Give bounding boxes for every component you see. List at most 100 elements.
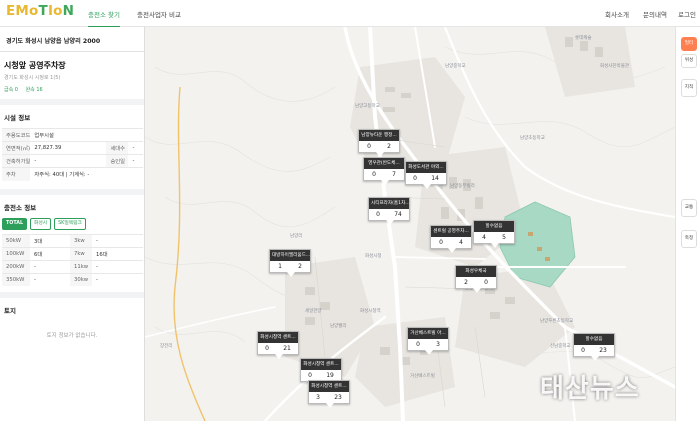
map-canvas: 남양리 남양고등학교 남양초등학교 남양중학교 화성시청 남양동부빌라 남양주공…	[145, 27, 675, 421]
cadastral-button[interactable]: 지적	[681, 79, 697, 97]
charger-count-tags: 급속 0 완속 16	[0, 81, 144, 99]
nav-find-station[interactable]: 충전소 찾기	[88, 9, 120, 28]
place-label: 남양초등학교	[520, 134, 545, 141]
measure-button[interactable]: 축정	[681, 230, 697, 248]
table-cell: 자주식: 40대 | 기계식: -	[30, 167, 143, 181]
table-row: 350kW - 30kw -	[2, 272, 143, 286]
table-header-cell: 7kw	[69, 246, 92, 260]
station-header: 시청앞 공영주차장 경기도 화성시 시청로 1(5) 급속 0 완속 16	[0, 52, 144, 105]
marker-title: 화성시청역 센트...	[301, 359, 341, 370]
marker-fast-count: 0	[376, 211, 380, 218]
table-header-cell: 연면적(㎡)	[2, 141, 31, 155]
table-row: 건축허가일 - 승인일 -	[2, 154, 143, 168]
table-row: 주용도코드 업무시설	[2, 128, 143, 142]
station-name: 시청앞 공영주차장	[4, 61, 66, 70]
traffic-button[interactable]: 교통	[681, 199, 697, 217]
marker-fast-count: 0	[413, 175, 417, 182]
place-label: 화성시청역	[360, 307, 381, 314]
charger-title: 충전소 정보	[4, 203, 37, 212]
marker-title: 대방하이엘리움드...	[270, 250, 310, 261]
station-marker[interactable]: 화성도서관 야외... 0 14	[405, 161, 447, 189]
table-cell: -	[30, 272, 70, 286]
station-marker[interactable]: 대방하이엘리움드... 1 2	[269, 249, 311, 277]
facility-section: 시설 정보 주용도코드 업무시설 연면적(㎡) 27,827.39 세대수 - …	[0, 105, 144, 195]
table-header-cell: 건축허가일	[2, 154, 31, 168]
marker-title: 거산베스트빌 아...	[408, 328, 448, 339]
station-marker[interactable]: 화성시청역 센트... 3 23	[308, 380, 350, 408]
top-bar: EMoTIoN 충전소 찾기 충전사업자 비교 회사소개 문의내역 로그인	[0, 0, 700, 28]
marker-title: 화성시청역 센트...	[309, 381, 349, 392]
marker-slow-count: 5	[502, 234, 506, 241]
land-empty-message: 토지 정보가 없습니다.	[46, 333, 98, 339]
station-detail-panel: 경기도 화성시 남양읍 남양리 2000 시청앞 공영주차장 경기도 화성시 시…	[0, 27, 145, 421]
table-cell: -	[128, 154, 143, 168]
station-marker[interactable]: 화성우체국 2 0	[455, 265, 497, 293]
marker-title: 화성우체국	[456, 266, 496, 277]
place-label: 남양고등학교	[355, 102, 380, 109]
map-view[interactable]: 남양리 남양고등학교 남양초등학교 남양중학교 화성시청 남양동부빌라 남양주공…	[145, 27, 675, 421]
place-label: 거산베스트빌	[410, 372, 435, 379]
table-cell: -	[30, 259, 70, 273]
filter-chip-sk[interactable]: SK일렉링크	[54, 217, 86, 230]
marker-fast-count: 0	[416, 341, 420, 348]
table-cell: 6대	[30, 246, 70, 260]
marker-slow-count: 14	[431, 175, 439, 182]
marker-fast-count: 2	[464, 279, 468, 286]
table-header-cell: 200kW	[2, 259, 30, 273]
marker-title: 시티프라자(홈1차...	[369, 198, 409, 209]
place-label: 세일한양	[305, 307, 322, 314]
marker-slow-count: 21	[283, 345, 291, 352]
table-header-cell: 3kw	[69, 233, 92, 247]
place-label: 남양웰리	[330, 322, 347, 329]
place-label: 남양리	[290, 232, 302, 239]
marker-fast-count: 0	[367, 143, 371, 150]
table-cell: -	[30, 154, 107, 168]
table-header-cell: 승인일	[106, 154, 129, 168]
table-header-cell: 세대수	[106, 141, 129, 155]
marker-fast-count: 0	[581, 347, 585, 354]
facility-title: 시설 정보	[4, 114, 31, 122]
filter-chip-total[interactable]: TOTAL	[2, 217, 28, 230]
marker-slow-count: 4	[459, 239, 463, 246]
nav-company-intro[interactable]: 회사소개	[605, 9, 629, 19]
nav-inquiries[interactable]: 문의내역	[643, 9, 667, 19]
station-marker[interactable]: 화성시청역 센트... 0 21	[257, 331, 299, 359]
filter-button[interactable]: 필터	[681, 37, 697, 51]
marker-fast-count: 1	[278, 263, 282, 270]
nav-compare-operators[interactable]: 충전사업자 비교	[137, 9, 181, 19]
table-row: 주차 자주식: 40대 | 기계식: -	[2, 167, 143, 181]
station-marker[interactable]: 할수없음 4 5	[473, 220, 515, 248]
table-cell: -	[91, 233, 143, 247]
marker-fast-count: 4	[482, 234, 486, 241]
satellite-button[interactable]: 위성	[681, 54, 697, 68]
logo-part: N	[62, 3, 75, 19]
table-header-cell: 주차	[2, 167, 31, 181]
table-row: 50kW 3대 3kw -	[2, 233, 143, 247]
marker-fast-count: 3	[316, 394, 320, 401]
charger-section: 충전소 정보 TOTAL 화성시 SK일렉링크 50kW 3대 3kw - 10…	[0, 195, 144, 298]
logo-part: T	[38, 3, 48, 19]
filter-chip-hwaseong[interactable]: 화성시	[29, 217, 52, 230]
marker-slow-count: 3	[436, 341, 440, 348]
marker-title: 화성도서관 야외...	[406, 162, 446, 173]
marker-title: 할수없음	[474, 221, 514, 232]
marker-title: 화성시청역 센트...	[258, 332, 298, 343]
table-cell: -	[91, 259, 143, 273]
table-cell: 업무시설	[30, 128, 143, 142]
station-marker[interactable]: 할수없음 0 23	[573, 333, 615, 361]
marker-title: 센트럴 공영주차...	[431, 226, 471, 237]
station-marker[interactable]: 영우관(반도체... 0 7	[363, 157, 405, 185]
table-cell: 27,827.39	[30, 141, 107, 155]
nav-login[interactable]: 로그인	[678, 9, 696, 19]
place-label: 남양중학교	[445, 62, 466, 69]
marker-fast-count: 0	[265, 345, 269, 352]
station-marker[interactable]: 센트럴 공영주차... 0 4	[430, 225, 472, 253]
station-marker[interactable]: 거산베스트빌 아... 0 3	[407, 327, 449, 355]
station-marker[interactable]: 남양뉴타운 행정... 0 2	[358, 129, 400, 157]
table-header-cell: 50kW	[2, 233, 30, 247]
logo[interactable]: EMoTIoN	[6, 3, 74, 19]
map-control-strip: 필터 위성 지적 교통 축정	[675, 27, 700, 421]
station-marker[interactable]: 화성시청역 센트... 0 19	[300, 358, 342, 386]
station-marker[interactable]: 시티프라자(홈1차... 0 74	[368, 197, 410, 225]
table-row: 200kW - 11kw -	[2, 259, 143, 273]
